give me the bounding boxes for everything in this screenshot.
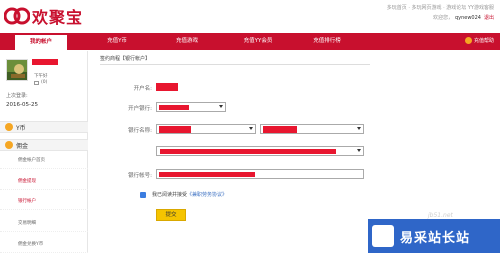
branch-label: 银行名称:: [128, 128, 152, 134]
province-select[interactable]: [156, 124, 256, 134]
submit-button[interactable]: 提交: [156, 209, 186, 221]
user-greeting: 下午好: [34, 74, 48, 79]
sidebar-item-exchange-ycoin[interactable]: 佣金兑换Y币: [0, 236, 88, 253]
commission-icon: [5, 141, 13, 149]
side-group-label: 佣金: [16, 142, 29, 150]
city-select[interactable]: [260, 124, 364, 134]
sidebar: 下午好 (0) 上次登录: 2016-05-25 Y币 佣金 佣金帐户首页 佣金…: [0, 51, 88, 253]
agree-checkbox[interactable]: [140, 192, 146, 198]
chevron-down-icon: [357, 127, 361, 130]
page: 欢聚宝 多玩首页 · 多玩网页游戏 · 游戏论坛 YY游戏客服 欢迎您， qyne…: [0, 0, 500, 253]
chevron-down-icon: [249, 127, 253, 130]
redacted-branch-value: [160, 149, 336, 154]
site-logo[interactable]: 欢聚宝: [4, 4, 83, 28]
nav-recharge-game[interactable]: 充值游戏: [162, 33, 212, 50]
recharge-help-link[interactable]: 充值帮助: [464, 37, 494, 44]
logo-text: 欢聚宝: [32, 8, 84, 27]
agreement-link[interactable]: 《兼职劳务协议》: [187, 192, 227, 198]
sidebar-item-transactions[interactable]: 交易明细: [0, 215, 88, 232]
nav-recharge-ycoin[interactable]: 充值Y币: [92, 33, 142, 50]
sidebar-item-commission-home[interactable]: 佣金帐户首页: [0, 152, 88, 169]
breadcrumb: 签约商程【银行帐户】: [100, 56, 151, 62]
last-login-label: 上次登录:: [6, 93, 28, 99]
avatar[interactable]: [6, 59, 28, 81]
coin-count: (0): [41, 80, 48, 85]
bank-label: 开户银行:: [128, 106, 152, 112]
welcome-bar: 欢迎您， qynew024 退出: [433, 14, 494, 21]
top-links[interactable]: 多玩首页 · 多玩网页游戏 · 游戏论坛 YY游戏客服: [387, 4, 494, 13]
redacted-account-number: [159, 172, 255, 177]
watermark-mark-icon: [372, 225, 394, 247]
chevron-down-icon: [357, 149, 361, 152]
account-number-input[interactable]: [156, 169, 364, 179]
redacted-province-value: [159, 126, 191, 133]
recharge-help-label: 充值帮助: [473, 38, 494, 44]
watermark-url: jb51.net: [428, 212, 453, 219]
agree-label: 我已阅读并接受: [152, 192, 188, 198]
welcome-label: 欢迎您，: [432, 15, 453, 21]
nav-my-account[interactable]: 我的帐户: [15, 33, 67, 50]
bank-select[interactable]: [156, 102, 226, 112]
side-group-ycoin[interactable]: Y币: [0, 121, 88, 133]
main-nav: 我的帐户 充值Y币 充值游戏 充值YY会员 充值排行榜 充值帮助: [0, 33, 500, 50]
redacted-bank-value: [159, 105, 189, 110]
user-coin: (0): [34, 80, 47, 85]
agree-text: 我已阅读并接受《兼职劳务协议》: [152, 191, 227, 198]
redacted-username: [32, 59, 58, 65]
nav-recharge-ranking[interactable]: 充值排行榜: [302, 33, 352, 50]
coin-icon: [34, 80, 39, 85]
user-info: 下午好 (0) 上次登录: 2016-05-25: [6, 57, 84, 113]
help-icon: [464, 37, 472, 44]
watermark-brand: 易采站长站: [400, 230, 471, 246]
chevron-down-icon: [219, 105, 223, 108]
watermark-logo: 易采站长站: [368, 219, 500, 253]
logo-mark-icon: [4, 7, 30, 25]
redacted-account-name: [156, 83, 178, 91]
breadcrumb-divider: [100, 64, 370, 65]
avatar-image-icon: [7, 60, 27, 80]
header: 欢聚宝 多玩首页 · 多玩网页游戏 · 游戏论坛 YY游戏客服 欢迎您， qyne…: [0, 0, 500, 34]
branch-select[interactable]: [156, 146, 364, 156]
account-number-label: 银行帐号:: [128, 173, 152, 179]
logout-link[interactable]: 退出: [484, 15, 494, 21]
last-login-date: 2016-05-25: [6, 102, 38, 108]
redacted-city-value: [263, 126, 297, 133]
y-coin-icon: [5, 123, 13, 131]
side-group-label: Y币: [16, 124, 26, 132]
username: qynew024: [454, 15, 481, 21]
side-group-commission[interactable]: 佣金: [0, 139, 88, 151]
sidebar-item-bank-account[interactable]: 银行帐户: [0, 193, 88, 210]
nav-recharge-yy-vip[interactable]: 充值YY会员: [230, 33, 286, 50]
account-name-label: 开户名:: [133, 86, 152, 92]
sidebar-item-withdraw[interactable]: 佣金提现: [0, 173, 88, 190]
